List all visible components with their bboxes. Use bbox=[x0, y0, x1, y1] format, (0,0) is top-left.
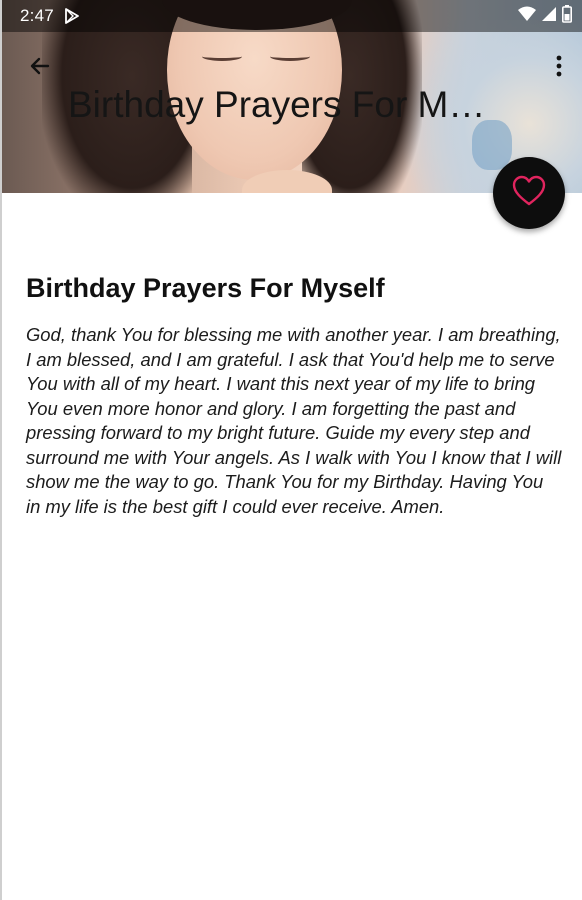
more-options-button[interactable] bbox=[544, 50, 574, 86]
status-bar: 2:47 bbox=[2, 0, 582, 32]
favorite-button[interactable] bbox=[493, 157, 565, 229]
back-button[interactable] bbox=[20, 50, 60, 86]
status-time: 2:47 bbox=[20, 6, 54, 25]
app-screen: 2:47 Birthday Prayers For Myself Birthda… bbox=[0, 0, 582, 900]
signal-icon bbox=[542, 6, 556, 27]
arrow-left-icon bbox=[28, 54, 52, 83]
article-heading: Birthday Prayers For Myself bbox=[26, 273, 385, 303]
prayer-text: God, thank You for blessing me with anot… bbox=[26, 324, 562, 517]
toolbar-title: Birthday Prayers For Myself bbox=[68, 84, 498, 125]
article-content: Birthday Prayers For Myself God, thank Y… bbox=[26, 265, 562, 519]
wifi-icon bbox=[518, 6, 536, 27]
play-store-icon bbox=[64, 8, 80, 24]
battery-icon bbox=[562, 4, 572, 28]
heart-outline-icon bbox=[512, 175, 546, 212]
more-vert-icon bbox=[555, 54, 563, 83]
